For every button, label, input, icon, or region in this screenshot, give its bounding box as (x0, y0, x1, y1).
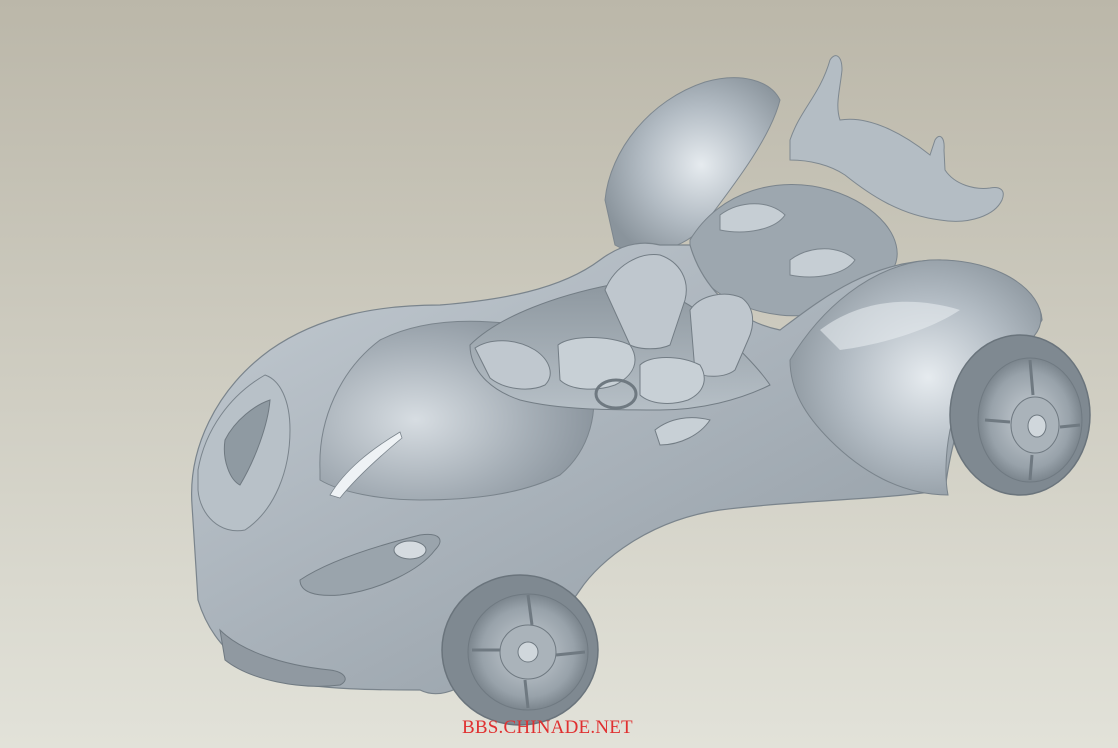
headlight-lens (393, 540, 427, 560)
front-wheel (441, 574, 599, 726)
right-seat-cushion (639, 357, 705, 404)
rear-wheel (949, 334, 1091, 496)
watermark-text: BBS.CHINADE.NET (462, 717, 633, 738)
car-3d-model[interactable] (0, 0, 1118, 748)
cad-model-viewport[interactable]: BBS.CHINADE.NET (0, 0, 1118, 748)
